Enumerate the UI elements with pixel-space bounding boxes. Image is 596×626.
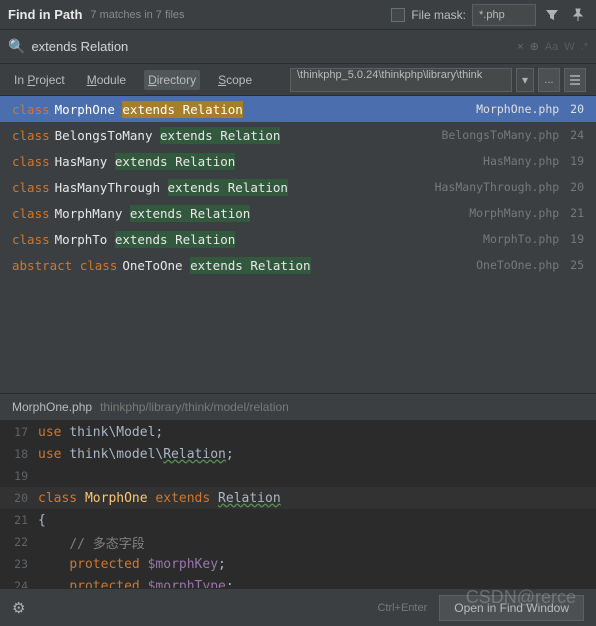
- filemask-label: File mask:: [411, 8, 466, 22]
- tab-scope[interactable]: Scope: [214, 70, 256, 90]
- filter-icon[interactable]: [542, 5, 562, 25]
- tab-project[interactable]: In Project: [10, 70, 69, 90]
- preview-header: MorphOne.php thinkphp/library/think/mode…: [0, 393, 596, 421]
- history-icon[interactable]: ⊕: [530, 40, 539, 53]
- result-row[interactable]: abstract class OneToOne extends Relation…: [0, 252, 596, 278]
- tab-directory[interactable]: Directory: [144, 70, 200, 90]
- dialog-header: Find in Path 7 matches in 7 files File m…: [0, 0, 596, 30]
- gear-icon[interactable]: ⚙: [12, 599, 25, 617]
- directory-path-input[interactable]: \thinkphp_5.0.24\thinkphp\library\think: [290, 68, 512, 92]
- preview-path: thinkphp/library/think/model/relation: [100, 400, 289, 414]
- code-preview[interactable]: 17use think\Model; 18use think\model\Rel…: [0, 421, 596, 597]
- path-dropdown-icon[interactable]: ▾: [516, 68, 534, 92]
- case-toggle[interactable]: Aa: [545, 41, 558, 53]
- scope-tabs: In Project Module Directory Scope \think…: [0, 64, 596, 96]
- results-list: class MorphOne extends Relation MorphOne…: [0, 96, 596, 278]
- match-count: 7 matches in 7 files: [90, 9, 184, 21]
- search-input[interactable]: extends Relation: [31, 39, 517, 54]
- open-find-window-button[interactable]: Open in Find Window: [439, 595, 584, 621]
- result-row[interactable]: class BelongsToMany extends Relation Bel…: [0, 122, 596, 148]
- filemask-checkbox[interactable]: [391, 8, 405, 22]
- word-toggle[interactable]: W: [564, 41, 574, 53]
- regex-toggle[interactable]: .*: [581, 41, 588, 53]
- pin-icon[interactable]: [568, 5, 588, 25]
- search-icon: 🔍: [8, 38, 25, 55]
- shortcut-hint: Ctrl+Enter: [377, 602, 427, 614]
- result-row[interactable]: class HasManyThrough extends Relation Ha…: [0, 174, 596, 200]
- result-row[interactable]: class MorphTo extends Relation MorphTo.p…: [0, 226, 596, 252]
- search-row: 🔍 extends Relation × ⊕ Aa W .*: [0, 30, 596, 64]
- browse-button[interactable]: ...: [538, 68, 560, 92]
- dialog-footer: ⚙ Ctrl+Enter Open in Find Window: [0, 588, 596, 626]
- result-row[interactable]: class HasMany extends Relation HasMany.p…: [0, 148, 596, 174]
- preview-filename: MorphOne.php: [12, 400, 92, 414]
- result-row[interactable]: class MorphOne extends Relation MorphOne…: [0, 96, 596, 122]
- recursive-toggle[interactable]: [564, 68, 586, 92]
- result-row[interactable]: class MorphMany extends Relation MorphMa…: [0, 200, 596, 226]
- filemask-input[interactable]: [472, 4, 536, 26]
- tab-module[interactable]: Module: [83, 70, 130, 90]
- dialog-title: Find in Path: [8, 7, 82, 22]
- clear-icon[interactable]: ×: [517, 41, 523, 53]
